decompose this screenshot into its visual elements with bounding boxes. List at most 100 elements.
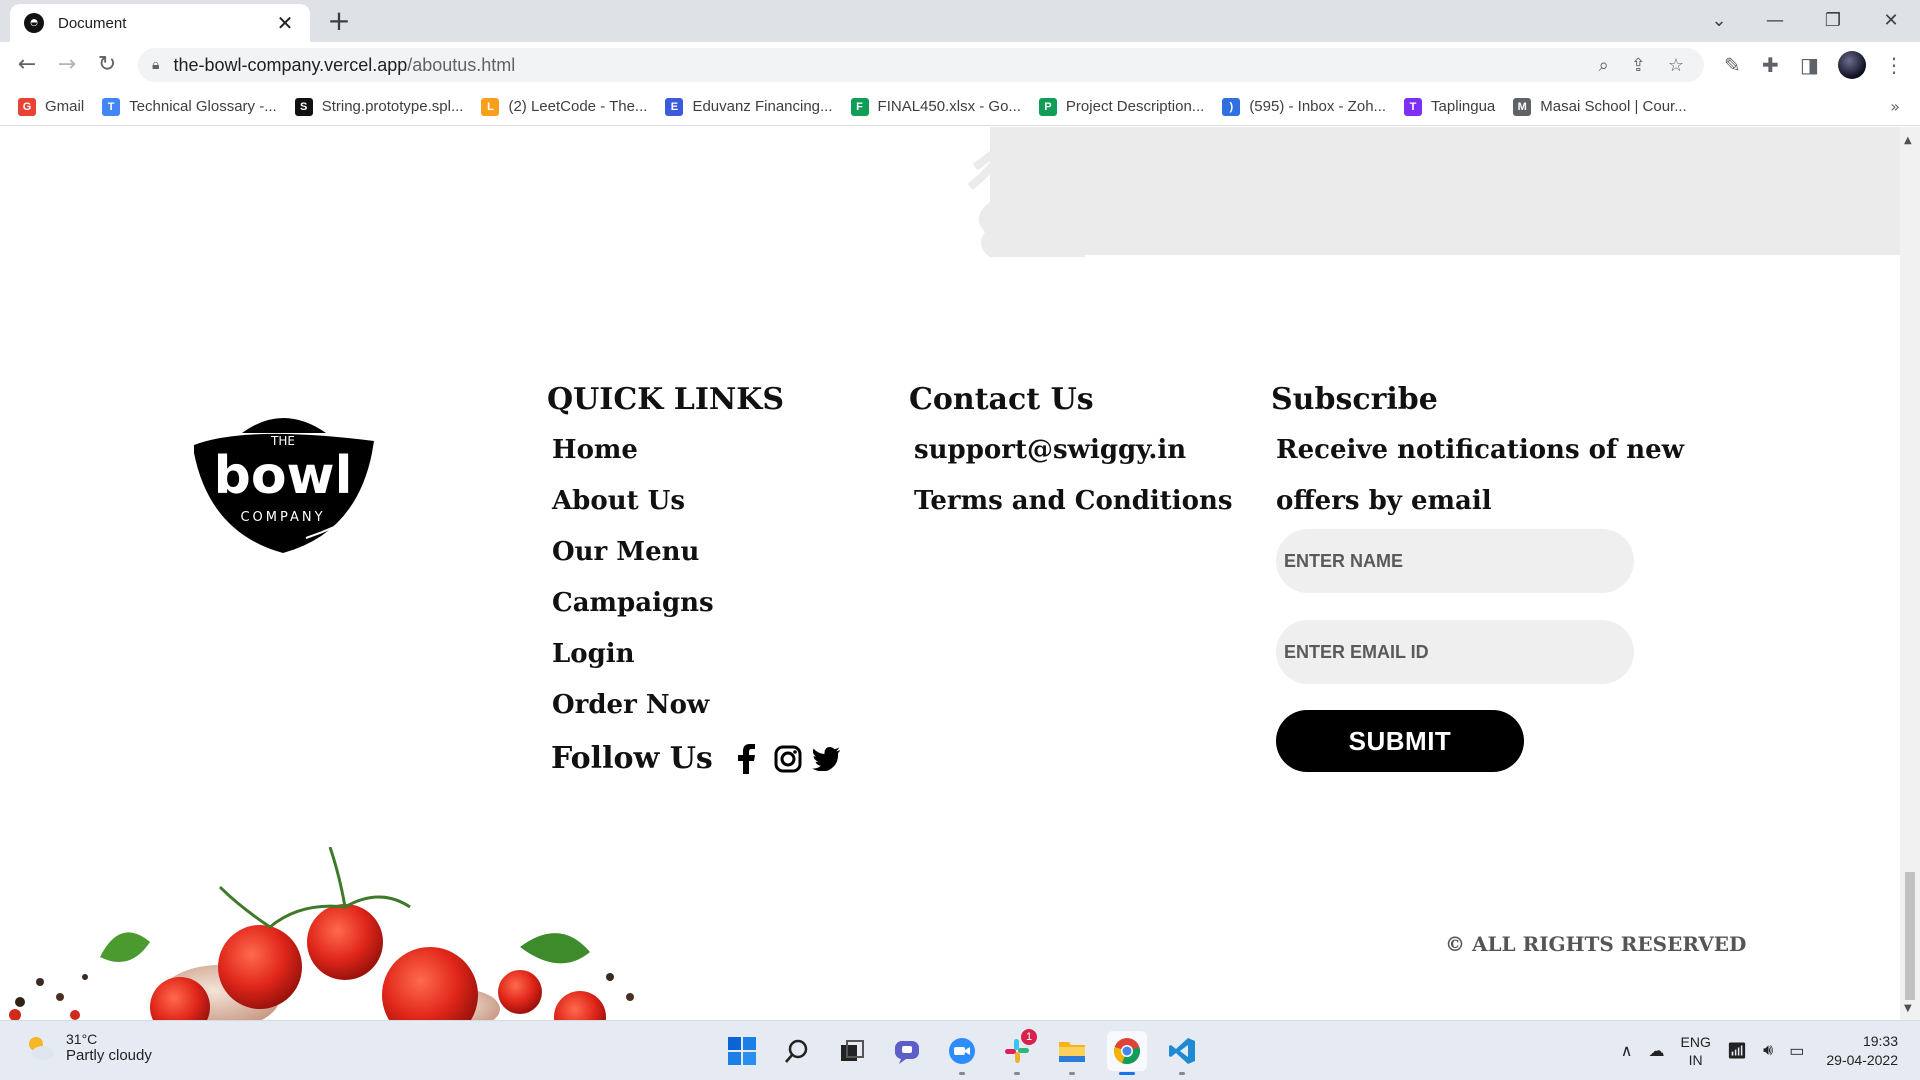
- link-terms-conditions[interactable]: Terms and Conditions: [914, 486, 1233, 516]
- volume-icon[interactable]: 🔊︎: [1763, 1042, 1773, 1060]
- bookmark-label: Technical Glossary -...: [129, 98, 277, 115]
- instagram-icon[interactable]: [773, 744, 803, 774]
- scrollbar-thumb[interactable]: [1905, 872, 1915, 1000]
- bookmark-item[interactable]: L (2) LeetCode - The...: [481, 97, 647, 116]
- task-view-icon[interactable]: [832, 1031, 872, 1071]
- link-our-menu[interactable]: Our Menu: [552, 537, 699, 567]
- bookmark-item[interactable]: E Eduvanz Financing...: [665, 97, 833, 116]
- clock[interactable]: 19:33 29-04-2022: [1826, 1032, 1898, 1070]
- reload-icon[interactable]: ↻: [92, 50, 122, 80]
- bookmark-item[interactable]: M Masai School | Cour...: [1513, 97, 1687, 116]
- close-window-button[interactable]: ✕: [1868, 4, 1914, 38]
- page-viewport: THE bowl COMPANY QUICK LINKS Home About …: [0, 127, 1900, 1020]
- close-tab-icon[interactable]: ✕: [274, 11, 296, 35]
- scroll-up-arrow-icon[interactable]: ▲: [1904, 135, 1912, 146]
- bookmark-star-icon[interactable]: ☆: [1668, 55, 1684, 76]
- contact-us-heading: Contact Us: [909, 382, 1094, 417]
- quick-links-heading: QUICK LINKS: [547, 382, 785, 417]
- show-hidden-icons-chevron-icon[interactable]: ∧: [1621, 1041, 1633, 1061]
- slack-icon[interactable]: 1: [997, 1029, 1037, 1075]
- gray-banner: [990, 127, 1900, 255]
- chrome-icon[interactable]: [1107, 1031, 1147, 1075]
- forward-icon[interactable]: →: [52, 50, 82, 80]
- bookmark-item[interactable]: F FINAL450.xlsx - Go...: [850, 97, 1021, 116]
- extensions-icon[interactable]: ✚: [1762, 50, 1779, 80]
- bowl-favicon-icon: ◓: [24, 13, 44, 33]
- language-code: ENG: [1680, 1034, 1711, 1050]
- share-icon[interactable]: ⇪: [1631, 55, 1646, 76]
- link-login[interactable]: Login: [552, 639, 635, 669]
- page-scrollbar[interactable]: ▲ ▼: [1900, 127, 1920, 1020]
- back-icon[interactable]: ←: [12, 50, 42, 80]
- bookmark-label: Taplingua: [1431, 98, 1496, 115]
- link-about-us[interactable]: About Us: [552, 486, 685, 516]
- address-bar[interactable]: 🔒︎ the-bowl-company.vercel.app/aboutus.h…: [138, 48, 1704, 82]
- onedrive-cloud-icon[interactable]: ☁: [1649, 1041, 1665, 1061]
- facebook-icon[interactable]: [731, 743, 761, 774]
- bookmark-item[interactable]: S String.prototype.spl...: [294, 97, 464, 116]
- zoom-app-icon[interactable]: [942, 1031, 982, 1075]
- twitter-icon[interactable]: [811, 744, 841, 774]
- profile-avatar[interactable]: [1838, 50, 1866, 80]
- windows-start-icon[interactable]: [722, 1031, 762, 1071]
- language-indicator[interactable]: ENG IN: [1681, 1033, 1711, 1069]
- name-input[interactable]: [1276, 529, 1634, 593]
- bookmark-item[interactable]: G Gmail: [18, 97, 84, 116]
- search-icon[interactable]: [777, 1031, 817, 1071]
- link-campaigns[interactable]: Campaigns: [552, 588, 714, 618]
- more-bookmarks-icon[interactable]: »: [1890, 97, 1900, 116]
- bookmark-item[interactable]: T Taplingua: [1404, 97, 1496, 116]
- pen-extension-icon[interactable]: ✎: [1724, 50, 1741, 80]
- bookmark-label: Eduvanz Financing...: [692, 98, 833, 115]
- logo-bottom-text: COMPANY: [240, 510, 325, 525]
- tab-search-icon[interactable]: ⌄: [1696, 4, 1742, 38]
- tab-title: Document: [58, 14, 127, 32]
- link-order-now[interactable]: Order Now: [552, 690, 709, 720]
- menu-icon[interactable]: ⋮: [1884, 50, 1904, 80]
- sheets-icon: P: [1038, 97, 1057, 116]
- slack-notification-badge: 1: [1021, 1029, 1037, 1045]
- subscribe-heading: Subscribe: [1271, 382, 1438, 417]
- wifi-icon[interactable]: 📶︎: [1727, 1041, 1747, 1061]
- globe-icon: M: [1513, 97, 1532, 116]
- file-explorer-icon[interactable]: [1052, 1031, 1092, 1075]
- bookmark-label: String.prototype.spl...: [321, 98, 464, 115]
- bowl-company-logo: THE bowl COMPANY: [194, 418, 374, 553]
- follow-us-row: Follow Us: [551, 741, 841, 776]
- link-support-email[interactable]: support@swiggy.in: [914, 435, 1186, 465]
- restore-button[interactable]: ❐: [1810, 4, 1856, 38]
- language-region: IN: [1688, 1052, 1703, 1068]
- bookmark-item[interactable]: P Project Description...: [1038, 97, 1204, 116]
- bookmark-item[interactable]: ) (595) - Inbox - Zoh...: [1222, 97, 1387, 116]
- partly-cloudy-icon: [29, 1036, 54, 1060]
- weather-widget[interactable]: 31°C Partly cloudy: [24, 1031, 152, 1064]
- scroll-down-arrow-icon[interactable]: ▼: [1904, 1003, 1912, 1014]
- browser-tab[interactable]: ◓ Document ✕: [10, 4, 310, 42]
- bookmark-item[interactable]: T Technical Glossary -...: [102, 97, 277, 116]
- lock-icon: 🔒︎: [152, 57, 160, 73]
- copyright-text: © ALL RIGHTS RESERVED: [1445, 932, 1747, 956]
- vscode-icon[interactable]: [1162, 1031, 1202, 1075]
- bookmark-label: FINAL450.xlsx - Go...: [877, 98, 1021, 115]
- clock-date: 29-04-2022: [1826, 1052, 1898, 1068]
- docs-icon: T: [102, 97, 121, 116]
- battery-icon[interactable]: ▭: [1789, 1041, 1804, 1061]
- submit-button[interactable]: SUBMIT: [1276, 710, 1524, 772]
- new-tab-button[interactable]: +: [324, 6, 354, 36]
- tomatoes-decoration-image: [9, 847, 634, 1020]
- weather-temperature: 31°C: [66, 1031, 98, 1047]
- teams-chat-icon[interactable]: [887, 1031, 927, 1071]
- link-home[interactable]: Home: [552, 435, 638, 465]
- side-panel-icon[interactable]: ◨: [1800, 50, 1819, 80]
- follow-us-label: Follow Us: [551, 741, 713, 776]
- zoom-icon[interactable]: ⌕: [1599, 55, 1609, 76]
- clock-time: 19:33: [1862, 1033, 1898, 1049]
- windows-taskbar: 31°C Partly cloudy 1 ∧ ☁ ENG IN 📶︎ 🔊︎ ▭ …: [0, 1020, 1920, 1080]
- url-path: /aboutus.html: [407, 54, 516, 75]
- drive-icon: F: [850, 97, 869, 116]
- mdn-icon: S: [294, 97, 313, 116]
- browser-toolbar: ← → ↻ 🔒︎ the-bowl-company.vercel.app/abo…: [0, 42, 1920, 88]
- email-input[interactable]: [1276, 620, 1634, 684]
- bookmark-label: (595) - Inbox - Zoh...: [1249, 98, 1387, 115]
- minimize-button[interactable]: —: [1752, 4, 1798, 38]
